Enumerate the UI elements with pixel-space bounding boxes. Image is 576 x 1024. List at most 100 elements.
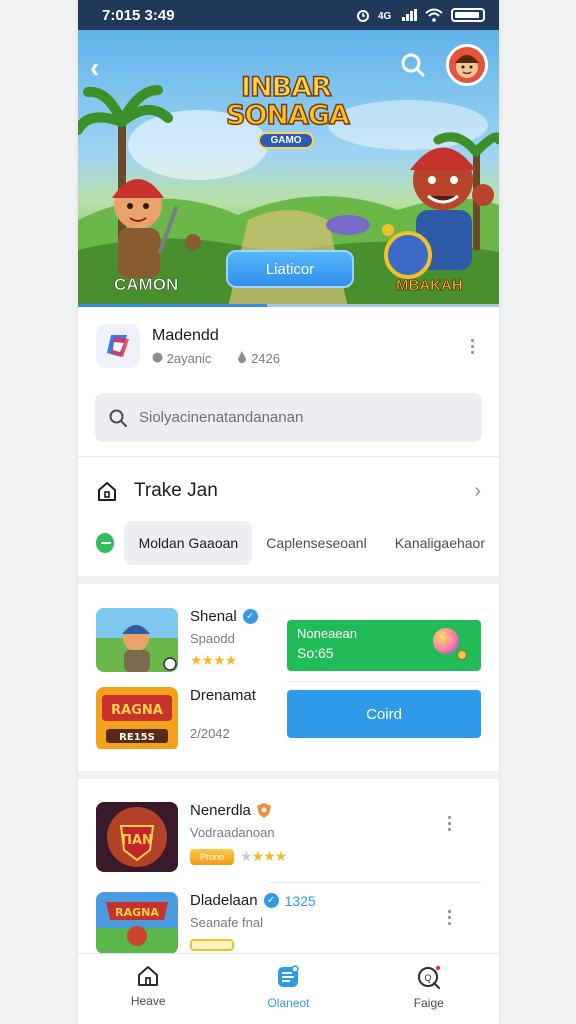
- card-1-rating: ★★★★: [190, 652, 237, 668]
- data-icon: 4G: [378, 11, 392, 22]
- search-bell-icon: Q: [417, 965, 441, 989]
- game-logo: INBAR SONAGA GAMO: [225, 72, 351, 149]
- list-thumbnail-2: RAGNA: [96, 892, 178, 954]
- chip-1[interactable]: Moldan Gaaoan: [124, 521, 253, 565]
- list-1-meta: Nenerdla Vodraadanoan Prono ★★★★: [190, 802, 440, 865]
- app-meta: Madendd 2ayanic 2426: [152, 327, 463, 366]
- svg-text:4G: 4G: [378, 11, 392, 22]
- list-1-title: Nenerdla: [190, 802, 251, 819]
- list-item-2[interactable]: RAGNA Dladelaan ✓ 1325 Seanafe fnal: [78, 892, 499, 956]
- wifi-icon: [425, 8, 443, 22]
- thumb-2-title: RAGNA: [111, 703, 163, 718]
- more-options-icon[interactable]: [463, 338, 481, 354]
- profile-avatar[interactable]: [446, 44, 488, 86]
- divider: [78, 456, 499, 457]
- developer-icon: [152, 352, 163, 362]
- alarm-icon: [357, 10, 369, 22]
- logo-badge: GAMO: [258, 132, 314, 149]
- list-thumbnail-1: ΠΑΝ: [96, 802, 178, 872]
- app-count: 2426: [251, 350, 280, 366]
- hero-banner[interactable]: ‹ INBAR SONAGA GAMO Liaticor CAMON MBAKA…: [78, 30, 499, 307]
- more-options-icon[interactable]: [440, 910, 458, 925]
- card-1-subtitle: Spaodd: [190, 631, 235, 646]
- game-thumbnail-2: RAGNA RE15S: [96, 687, 178, 751]
- search-icon[interactable]: [400, 52, 426, 78]
- list-1-title-row: Nenerdla: [190, 802, 440, 819]
- app-name: Madendd: [152, 326, 219, 344]
- developer-name: 2ayanic: [166, 350, 212, 366]
- avatar-face-icon: [455, 55, 479, 78]
- orb-icon: [433, 628, 459, 654]
- logo-line-2: SONAGA: [225, 100, 350, 131]
- search-bar[interactable]: [95, 393, 482, 442]
- nav-home-label: Heave: [130, 994, 166, 1008]
- list-2-count: 1325: [284, 892, 316, 909]
- svg-text:ΠΑΝ: ΠΑΝ: [121, 833, 153, 848]
- thumb-2-subtitle: RE15S: [119, 732, 155, 743]
- app-subtitle: 2ayanic 2426: [152, 350, 463, 366]
- game-thumbnail-1: [96, 608, 178, 672]
- list-1-badges: Prono ★★★★: [190, 848, 440, 865]
- hero-tag-left: CAMON: [114, 275, 179, 295]
- status-dot-icon: [96, 533, 115, 553]
- app-count-label: 2426: [237, 350, 280, 366]
- promo-button[interactable]: Coird: [287, 690, 481, 738]
- status-bar: 7:015 3:49 4G: [78, 0, 499, 30]
- game-art-1: [96, 608, 178, 672]
- hero-cta-button[interactable]: Liaticor: [226, 250, 354, 288]
- nav-inbox[interactable]: Olaneot: [218, 954, 358, 1024]
- filter-chips: Moldan Gaaoan Caplenseseoanl Kanaligaeha…: [78, 520, 499, 566]
- nav-inbox-label: Olaneot: [267, 996, 310, 1010]
- chevron-right-icon[interactable]: ›: [474, 480, 481, 503]
- list-1-rating: ★★★★: [240, 848, 288, 865]
- status-time: 7:015 3:49: [102, 6, 175, 24]
- shield-badge-icon: [256, 803, 271, 818]
- list-item-1[interactable]: ΠΑΝ Nenerdla Vodraadanoan Prono ★★★★: [78, 802, 499, 872]
- divider: [287, 681, 481, 682]
- stars-empty: ★★★: [251, 848, 288, 864]
- promo-badge: Prono: [190, 848, 234, 865]
- logo-line-1: INBAR: [240, 72, 332, 103]
- card-1-title-row: Shenal ✓: [190, 608, 280, 625]
- search-icon: [109, 409, 127, 427]
- track-title: Trake Jan: [134, 480, 218, 501]
- search-input[interactable]: [139, 409, 459, 426]
- nav-profile[interactable]: Q Faige: [359, 954, 499, 1024]
- game-art-2: RAGNA RE15S: [96, 687, 178, 749]
- coin-icon: [457, 650, 467, 660]
- battery-icon: [451, 8, 485, 22]
- card-1-meta: Shenal ✓ Spaodd ★★★★: [190, 608, 280, 669]
- list-art-1: ΠΑΝ: [96, 802, 178, 872]
- developer-label: 2ayanic: [152, 351, 211, 366]
- promo-badge-outline: [190, 939, 234, 951]
- list-art-2: RAGNA: [96, 892, 178, 954]
- verified-icon: ✓: [242, 609, 258, 624]
- bottom-navigation: Heave Olaneot Q Faige: [78, 953, 499, 1024]
- hero-tag-right: MBAKAH: [396, 277, 463, 295]
- signal-icon: [402, 9, 417, 21]
- more-options-icon[interactable]: [440, 816, 458, 831]
- track-row[interactable]: Trake Jan ›: [78, 466, 499, 516]
- promo-tile[interactable]: Noneaean So:65: [287, 620, 481, 671]
- card-2-meta: Drenamat 2/2042: [190, 687, 280, 741]
- list-2-title-row: Dladelaan ✓ 1325: [190, 892, 440, 909]
- inbox-icon: [278, 965, 300, 987]
- list-1-subtitle: Vodraadanoan: [190, 825, 275, 840]
- divider: [268, 882, 481, 883]
- status-icons: 4G: [356, 8, 485, 22]
- card-2-title: Drenamat: [190, 687, 256, 704]
- list-2-meta: Dladelaan ✓ 1325 Seanafe fnal: [190, 892, 440, 956]
- chip-3[interactable]: Kanaligaehaor: [381, 521, 499, 565]
- verified-icon: ✓: [263, 893, 279, 908]
- app-icon: [96, 324, 140, 368]
- nav-profile-label: Faige: [413, 996, 444, 1010]
- chip-2[interactable]: Caplenseseoanl: [252, 521, 380, 565]
- card-2-subtitle: 2/2042: [190, 726, 230, 741]
- card-1-title: Shenal: [190, 608, 237, 625]
- home-outline-icon: [98, 482, 116, 501]
- list-2-title: Dladelaan: [190, 892, 258, 909]
- stars-filled: ★: [240, 848, 253, 864]
- nav-home[interactable]: Heave: [78, 954, 218, 1024]
- app-info-row[interactable]: Madendd 2ayanic 2426: [78, 307, 499, 385]
- back-button[interactable]: ‹: [90, 52, 99, 84]
